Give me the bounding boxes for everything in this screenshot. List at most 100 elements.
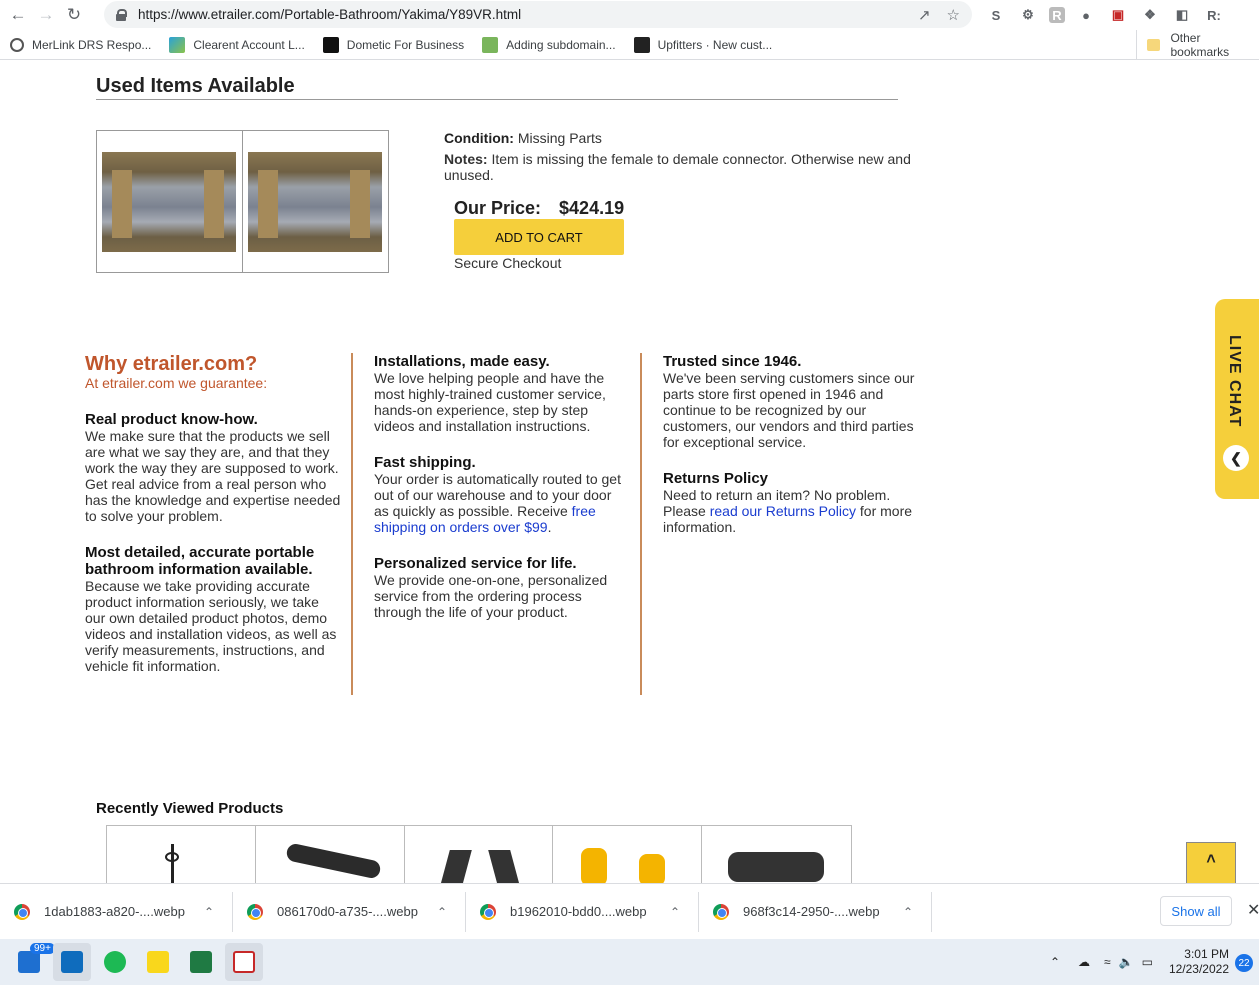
trusted-heading: Trusted since 1946. — [663, 353, 802, 370]
clearent-icon — [169, 36, 186, 53]
recent-product[interactable] — [107, 826, 256, 883]
time: 3:01 PM — [1184, 947, 1229, 961]
recent-product[interactable] — [702, 826, 851, 883]
cloud-icon[interactable]: ☁ — [1078, 955, 1090, 969]
personal-heading: Personalized service for life. — [374, 555, 577, 572]
notification-badge: 99+ — [30, 943, 55, 954]
volume-icon[interactable]: 🔈 — [1119, 955, 1134, 969]
product-image — [581, 848, 608, 883]
folder-icon — [1147, 39, 1161, 51]
bookmark-dometic[interactable]: Dometic For Business — [322, 36, 464, 53]
reload-icon[interactable]: ↻ — [60, 1, 88, 29]
gallery-thumb[interactable] — [97, 131, 243, 272]
chevron-up-icon[interactable]: ⌃ — [903, 905, 913, 919]
chrome-icon — [247, 903, 263, 920]
product-image — [728, 852, 825, 882]
extension-rs-icon[interactable]: R: — [1203, 4, 1225, 26]
bookmarks-bar: MerLink DRS Respo... Clearent Account L.… — [0, 30, 1259, 60]
recently-viewed-list — [106, 825, 852, 883]
product-photo — [248, 151, 383, 252]
knowhow-heading: Real product know-how. — [85, 411, 258, 428]
close-icon[interactable]: ✕ — [1247, 900, 1259, 920]
returns-policy-link[interactable]: read our Returns Policy — [710, 503, 856, 519]
address-bar[interactable]: https://www.etrailer.com/Portable-Bathro… — [104, 1, 972, 28]
notification-count[interactable]: 22 — [1235, 954, 1253, 972]
extension-red-icon[interactable]: ▣ — [1107, 4, 1129, 26]
live-chat-tab[interactable]: LIVE CHAT ❮ — [1215, 299, 1259, 499]
sidepanel-icon[interactable]: ◧ — [1171, 4, 1193, 26]
taskbar-app-outlook[interactable] — [53, 943, 91, 981]
price-value: $424.19 — [559, 198, 625, 218]
chevron-up-icon[interactable]: ⌃ — [670, 905, 680, 919]
back-icon[interactable]: ← — [4, 1, 32, 29]
chevron-left-icon[interactable]: ❮ — [1223, 445, 1249, 471]
download-item[interactable]: b1962010-bdd0....webp ⌃ — [466, 891, 699, 932]
taskbar-app-excel[interactable] — [182, 943, 220, 981]
chrome-icon — [713, 903, 729, 920]
excel-icon — [190, 951, 212, 973]
recent-product[interactable] — [256, 826, 405, 883]
globe-icon — [10, 37, 24, 52]
scroll-to-top-button[interactable]: ˄ — [1186, 842, 1236, 883]
clock[interactable]: 3:01 PM 12/23/2022 — [1169, 947, 1229, 977]
chevron-up-icon[interactable]: ⌃ — [1050, 955, 1060, 969]
date: 12/23/2022 — [1168, 962, 1229, 976]
returns-text: Need to return an item? No problem. Plea… — [663, 487, 913, 535]
battery-icon[interactable]: ▭ — [1142, 955, 1153, 969]
share-icon[interactable]: ↗ — [918, 6, 931, 24]
recent-product[interactable] — [405, 826, 554, 883]
chevron-up-icon[interactable]: ⌃ — [204, 905, 214, 919]
shopify-icon — [482, 36, 499, 53]
extension-chat-icon[interactable]: ● — [1075, 4, 1097, 26]
other-bookmarks[interactable]: Other bookmarks — [1136, 30, 1259, 60]
forward-icon[interactable]: → — [32, 1, 60, 29]
recent-product[interactable] — [553, 826, 703, 883]
bookmark-subdomain[interactable]: Adding subdomain... — [482, 36, 616, 53]
page-content: Used Items Available Condition: Missing … — [0, 61, 1259, 883]
snipping-tool-icon — [233, 951, 255, 973]
taskbar-app-notes[interactable] — [139, 943, 177, 981]
detailed-text: Because we take providing accurate produ… — [85, 578, 337, 674]
detailed-heading: Most detailed, accurate portable bathroo… — [85, 544, 315, 578]
shipping-text: Your order is automatically routed to ge… — [374, 471, 621, 535]
column-divider — [351, 353, 353, 695]
why-column-1: Why etrailer.com? At etrailer.com we gua… — [85, 353, 343, 694]
star-icon[interactable]: ☆ — [947, 6, 960, 24]
shopify-dark-icon — [633, 36, 650, 53]
puzzle-icon[interactable]: ❖ — [1139, 4, 1161, 26]
download-item[interactable]: 1dab1883-a820-....webp ⌃ — [0, 891, 233, 932]
why-column-3: Trusted since 1946. We've been serving c… — [663, 353, 923, 555]
install-text: We love helping people and have the most… — [374, 370, 606, 434]
download-item[interactable]: 086170d0-a735-....webp ⌃ — [233, 891, 466, 932]
taskbar-app-widget[interactable]: 99+ — [10, 943, 55, 981]
price: Our Price: $424.19 — [454, 198, 625, 218]
chrome-icon — [480, 903, 496, 920]
extension-gear-icon[interactable]: ⚙ — [1017, 4, 1039, 26]
add-to-cart-button[interactable]: ADD TO CART — [454, 219, 624, 255]
install-heading: Installations, made easy. — [374, 353, 550, 370]
taskbar-app-spotify[interactable] — [96, 943, 134, 981]
bookmark-clearent[interactable]: Clearent Account L... — [169, 36, 305, 53]
lock-icon — [116, 8, 127, 21]
show-all-button[interactable]: Show all — [1160, 896, 1232, 926]
personal-text: We provide one-on-one, personalized serv… — [374, 572, 608, 620]
sticky-notes-icon — [147, 951, 169, 973]
secure-checkout-text: Secure Checkout — [454, 255, 562, 271]
knowhow-text: We make sure that the products we sell a… — [85, 428, 341, 524]
bookmark-upfitters[interactable]: Upfitters · New cust... — [633, 36, 772, 53]
why-column-2: Installations, made easy. We love helpin… — [374, 353, 626, 640]
divider — [96, 99, 898, 100]
extension-r-icon[interactable]: R — [1049, 7, 1065, 23]
download-item[interactable]: 968f3c14-2950-....webp ⌃ — [699, 891, 932, 932]
wifi-icon[interactable]: ≈ — [1104, 955, 1111, 969]
bookmark-merlink[interactable]: MerLink DRS Respo... — [10, 37, 151, 52]
recently-viewed-title: Recently Viewed Products — [96, 800, 284, 817]
product-photo — [102, 151, 237, 252]
gallery-thumb[interactable] — [243, 131, 388, 272]
extension-s-icon[interactable]: S — [985, 4, 1007, 26]
windows-taskbar: 99+ ⌃ ☁ ≈ 🔈 ▭ 3:01 PM 12/23/2022 22 — [0, 939, 1259, 985]
taskbar-app-snip[interactable] — [225, 943, 263, 981]
trusted-text: We've been serving customers since our p… — [663, 370, 915, 450]
widget-icon — [18, 951, 40, 973]
chevron-up-icon[interactable]: ⌃ — [437, 905, 447, 919]
